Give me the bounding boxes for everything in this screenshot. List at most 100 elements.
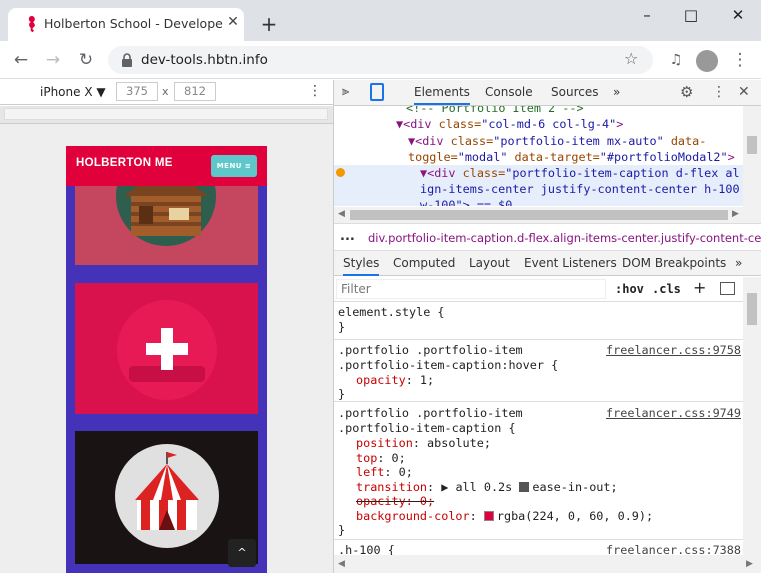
tab-layout[interactable]: Layout [469, 256, 510, 270]
device-toggle-icon[interactable] [370, 83, 384, 101]
close-devtools-icon[interactable]: ✕ [738, 84, 750, 100]
close-tab-icon[interactable]: ✕ [224, 13, 242, 31]
new-rule-button[interactable]: + [693, 278, 706, 297]
rule-selector[interactable]: .portfolio-item-caption { [338, 421, 516, 436]
property-name: left [356, 465, 385, 479]
property-name: transition [356, 480, 428, 494]
tab-event-listeners[interactable]: Event Listeners [524, 256, 617, 270]
filter-input[interactable]: Filter [336, 279, 606, 299]
devtools-menu-icon[interactable]: ⋮ [712, 84, 726, 100]
browser-menu-icon[interactable]: ⋮ [728, 49, 752, 71]
styles-subtabbar: Styles Computed Layout Event Listeners D… [334, 251, 761, 276]
tree-value: w-100"> == $0 [420, 198, 513, 206]
forward-icon[interactable]: → [41, 49, 65, 71]
property-name: position [356, 436, 413, 450]
style-rule: .portfolio .portfolio-item freelancer.cs… [334, 402, 743, 540]
inspect-element-icon[interactable]: ⫸ [342, 84, 358, 100]
media-queue-icon[interactable]: ♫ [664, 49, 688, 71]
minimize-icon[interactable]: – [632, 4, 662, 26]
more-subtabs-icon[interactable]: » [735, 256, 742, 270]
back-icon[interactable]: ← [9, 49, 33, 71]
site-brand[interactable]: HOLBERTON ME [76, 157, 173, 169]
profile-avatar-icon[interactable] [696, 50, 718, 72]
tab-title: Holberton School - Developer to [44, 16, 224, 31]
style-declaration[interactable]: left: 0; [356, 465, 413, 480]
scroll-right-icon[interactable]: ▶ [732, 209, 739, 219]
tab-console[interactable]: Console [485, 85, 533, 99]
toggle-sidebar-icon[interactable] [720, 282, 735, 295]
style-declaration[interactable]: transition: ▶ all 0.2s ease-in-out; [356, 480, 618, 495]
rule-source-link[interactable]: freelancer.css:9749 [606, 406, 741, 421]
scroll-to-top-button[interactable]: ^ [228, 539, 256, 567]
bookmark-star-icon[interactable]: ☆ [624, 49, 638, 68]
reload-icon[interactable]: ↻ [74, 49, 98, 71]
tab-computed[interactable]: Computed [393, 256, 455, 270]
more-tabs-icon[interactable]: » [613, 85, 620, 99]
close-window-icon[interactable]: ✕ [723, 4, 753, 26]
scrollbar-thumb[interactable] [350, 210, 728, 220]
styles-vertical-scrollbar[interactable] [743, 277, 761, 555]
tab-styles[interactable]: Styles [343, 256, 380, 276]
dimension-separator: x [162, 85, 169, 98]
maximize-icon[interactable]: □ [676, 4, 706, 26]
property-name: top [356, 451, 378, 465]
new-tab-button[interactable]: + [258, 14, 280, 36]
rule-selector[interactable]: element.style { [338, 305, 445, 320]
tree-comment: <!-- Portfolio Item 2 --> [406, 106, 584, 115]
tree-tag: ▼<div [420, 166, 463, 180]
style-declaration-overridden[interactable]: opacity: 0; [356, 494, 434, 509]
tab-dom-breakpoints[interactable]: DOM Breakpoints [622, 256, 726, 270]
browser-tab[interactable]: Holberton School - Developer to ✕ [8, 8, 244, 41]
tree-node-selected[interactable]: ▼<div class="portfolio-item-caption d-fl… [420, 165, 740, 181]
tab-elements[interactable]: Elements [414, 85, 470, 105]
tree-node[interactable]: ▼<div class="portfolio-item mx-auto" dat… [408, 133, 706, 149]
tree-attr: class= [462, 166, 506, 180]
rule-close: } [338, 320, 346, 334]
device-select[interactable]: iPhone X ▼ [40, 85, 106, 99]
tree-attr: class= [450, 134, 494, 148]
class-toggle-button[interactable]: .cls [652, 282, 681, 296]
tree-node[interactable]: ▼<div class="col-md-6 col-lg-4"> [396, 116, 623, 132]
device-more-icon[interactable]: ⋮ [308, 83, 322, 99]
scroll-left-icon[interactable]: ◀ [338, 209, 345, 219]
scrollbar-thumb[interactable] [747, 293, 757, 325]
property-value: : 0; [377, 451, 406, 465]
viewport-width-input[interactable]: 375 [116, 82, 158, 101]
easing-editor-icon[interactable] [519, 482, 530, 492]
styles-filter-bar: Filter :hov .cls + [334, 277, 743, 302]
media-query-ruler[interactable] [0, 106, 333, 124]
style-declaration[interactable]: position: absolute; [356, 436, 491, 451]
breadcrumb-overflow[interactable]: ... [340, 229, 355, 244]
rule-selector[interactable]: .portfolio-item-caption:hover { [338, 358, 558, 373]
ruler-segment[interactable] [4, 108, 328, 120]
style-declaration[interactable]: background-color: rgba(224, 0, 60, 0.9); [356, 509, 653, 524]
portfolio-item-cake[interactable] [75, 283, 258, 414]
tab-sources[interactable]: Sources [551, 85, 598, 99]
rule-selector[interactable]: .portfolio .portfolio-item [338, 343, 523, 358]
style-declaration[interactable]: opacity: 1; [356, 373, 434, 388]
settings-gear-icon[interactable]: ⚙ [680, 83, 693, 101]
menu-button[interactable]: MENU ≡ [211, 155, 257, 177]
property-name: opacity [356, 373, 406, 387]
scroll-left-icon[interactable]: ◀ [338, 559, 345, 569]
hover-state-button[interactable]: :hov [615, 282, 644, 296]
rule-source-link[interactable]: freelancer.css:7388 [606, 543, 741, 555]
color-swatch[interactable] [483, 511, 494, 521]
address-bar[interactable]: dev-tools.hbtn.info ☆ [108, 46, 653, 74]
tree-value: "modal" [457, 150, 508, 164]
viewport-height-input[interactable]: 812 [174, 82, 216, 101]
breadcrumb-item[interactable]: div.portfolio-item-caption.d-flex.align-… [368, 231, 761, 245]
styles-horizontal-scrollbar[interactable]: ◀ ▶ [334, 555, 761, 573]
rule-selector[interactable]: .h-100 { [338, 543, 395, 555]
rule-selector[interactable]: .portfolio .portfolio-item [338, 406, 523, 421]
seahorse-favicon-icon [28, 16, 35, 32]
tree-node[interactable]: <!-- Portfolio Item 2 --> [406, 106, 584, 116]
property-value: ease-in-out; [532, 480, 618, 494]
tree-node-continued: w-100"> == $0 [420, 197, 512, 206]
scrollbar-thumb[interactable] [747, 136, 757, 154]
elements-vertical-scrollbar[interactable] [743, 106, 761, 223]
style-declaration[interactable]: top: 0; [356, 451, 406, 466]
elements-horizontal-scrollbar[interactable]: ◀ ▶ [334, 207, 743, 223]
rule-source-link[interactable]: freelancer.css:9758 [606, 343, 741, 358]
scroll-right-icon[interactable]: ▶ [746, 559, 753, 569]
